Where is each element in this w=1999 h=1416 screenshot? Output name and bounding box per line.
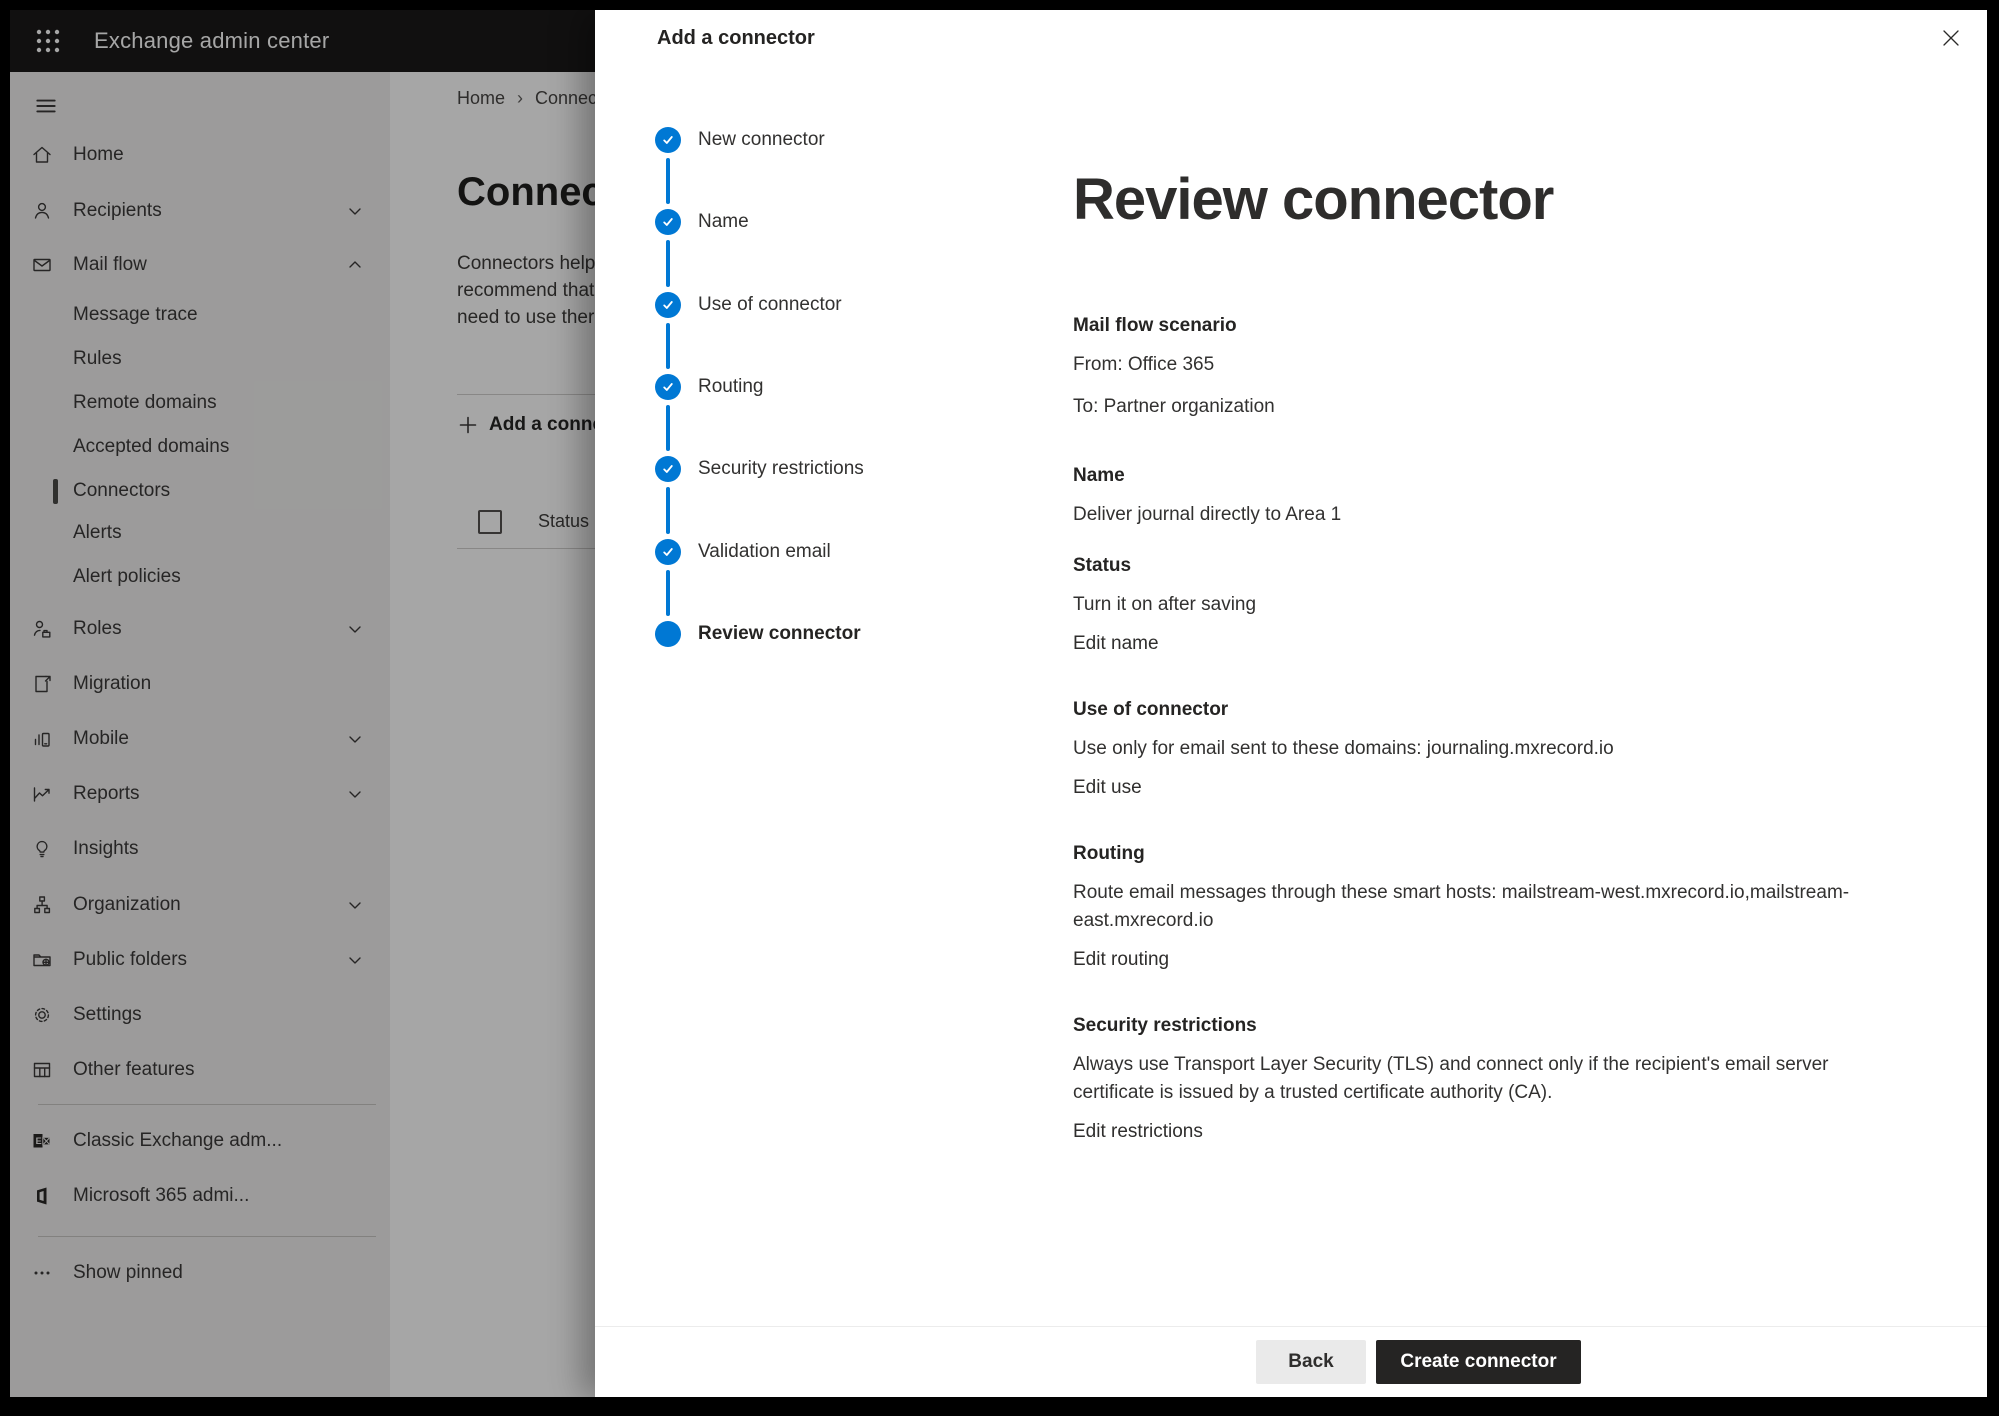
review-heading: Review connector	[1073, 166, 1867, 233]
create-connector-button[interactable]: Create connector	[1376, 1340, 1581, 1384]
dialog-header: Add a connector	[595, 10, 1987, 67]
step-completed-icon	[655, 209, 681, 235]
section-security-restrictions: Security restrictions Always use Transpo…	[1073, 1015, 1867, 1143]
wizard-stepper: New connector Name Use of connector Rout…	[595, 66, 1006, 1327]
connector-name-value: Deliver journal directly to Area 1	[1073, 501, 1867, 529]
step-completed-icon	[655, 539, 681, 565]
dialog-footer: Back Create connector	[595, 1326, 1987, 1397]
section-title: Mail flow scenario	[1073, 315, 1867, 337]
step-review-connector[interactable]: Review connector	[595, 616, 1005, 652]
screen: Exchange admin center Home Recipients Ma…	[10, 10, 1987, 1397]
use-value: Use only for email sent to these domains…	[1073, 735, 1867, 763]
section-title: Security restrictions	[1073, 1015, 1867, 1037]
step-completed-icon	[655, 292, 681, 318]
status-title: Status	[1073, 555, 1867, 577]
security-value: Always use Transport Layer Security (TLS…	[1073, 1051, 1867, 1107]
step-completed-icon	[655, 456, 681, 482]
review-pane: Review connector Mail flow scenario From…	[1005, 66, 1987, 1327]
step-validation-email[interactable]: Validation email	[595, 534, 1005, 570]
step-security-restrictions[interactable]: Security restrictions	[595, 451, 1005, 487]
mail-flow-from: From: Office 365	[1073, 351, 1867, 379]
edit-use-link[interactable]: Edit use	[1073, 777, 1142, 799]
step-completed-icon	[655, 127, 681, 153]
section-title: Use of connector	[1073, 699, 1867, 721]
step-name[interactable]: Name	[595, 204, 1005, 240]
section-routing: Routing Route email messages through the…	[1073, 843, 1867, 971]
add-connector-dialog: Add a connector New connector Name	[595, 10, 1987, 1397]
section-title: Name	[1073, 465, 1867, 487]
step-new-connector[interactable]: New connector	[595, 122, 1005, 158]
edit-restrictions-link[interactable]: Edit restrictions	[1073, 1121, 1203, 1143]
status-value: Turn it on after saving	[1073, 591, 1867, 619]
edit-name-link[interactable]: Edit name	[1073, 633, 1159, 655]
edit-routing-link[interactable]: Edit routing	[1073, 949, 1169, 971]
step-routing[interactable]: Routing	[595, 369, 1005, 405]
back-button[interactable]: Back	[1256, 1340, 1366, 1384]
section-use-of-connector: Use of connector Use only for email sent…	[1073, 699, 1867, 799]
close-icon	[1940, 27, 1962, 49]
mail-flow-to: To: Partner organization	[1073, 393, 1867, 421]
close-button[interactable]	[1937, 24, 1965, 52]
step-completed-icon	[655, 374, 681, 400]
dialog-title: Add a connector	[657, 10, 815, 66]
section-name: Name Deliver journal directly to Area 1 …	[1073, 465, 1867, 655]
section-title: Routing	[1073, 843, 1867, 865]
section-mail-flow-scenario: Mail flow scenario From: Office 365 To: …	[1073, 315, 1867, 421]
routing-value: Route email messages through these smart…	[1073, 879, 1867, 935]
step-use-of-connector[interactable]: Use of connector	[595, 287, 1005, 323]
step-current-icon	[655, 621, 681, 647]
